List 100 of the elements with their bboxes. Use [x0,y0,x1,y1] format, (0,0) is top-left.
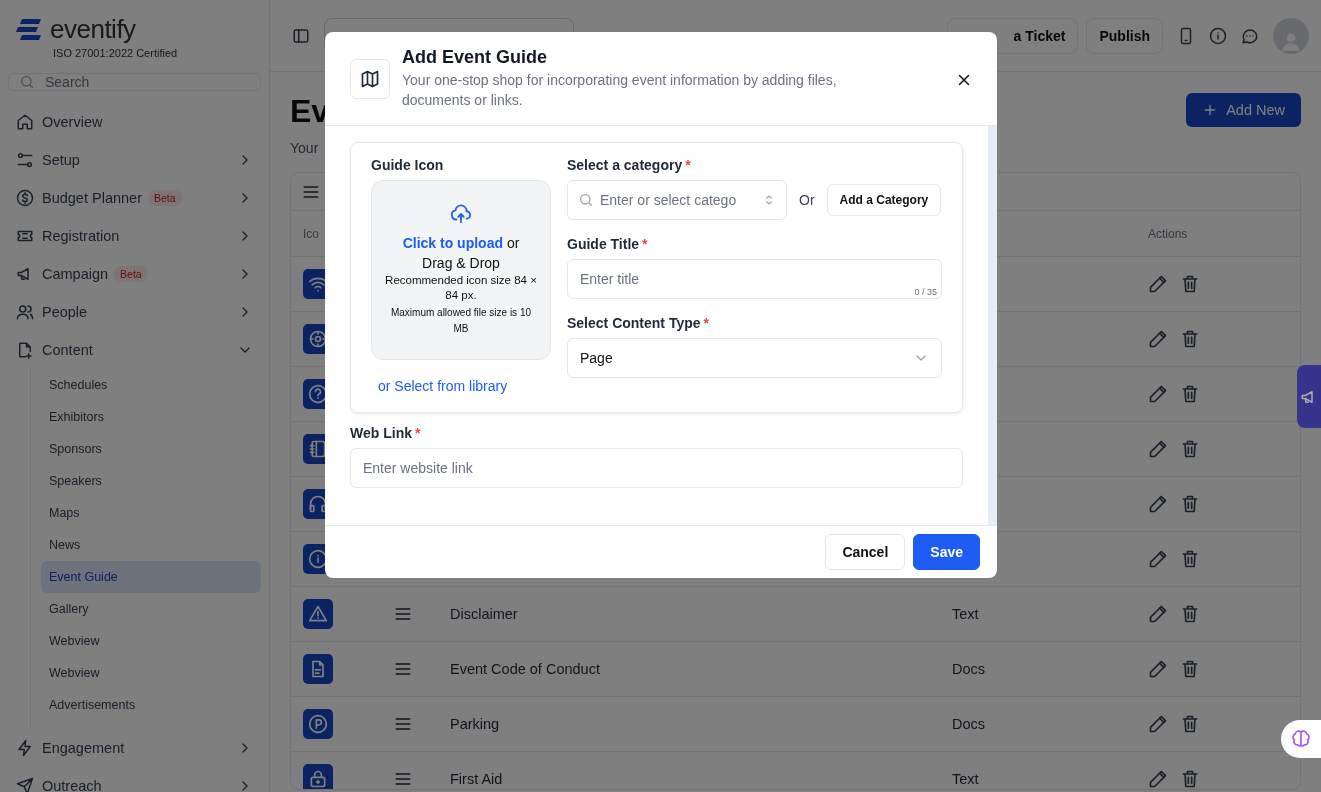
paper-plane-icon [16,777,34,792]
nav-subitem[interactable]: Event Guide [41,561,261,593]
trash-icon[interactable] [1180,384,1200,404]
nav-subitem[interactable]: Schedules [41,369,261,401]
nav-subitem[interactable]: Maps [41,497,261,529]
home-icon [16,113,34,131]
nav-item[interactable]: Campaign Beta [8,255,261,293]
assistant-button[interactable] [1281,720,1321,758]
content-type-select[interactable]: Page [567,338,942,378]
required-mark: * [685,157,691,173]
field-label: Guide Title [567,236,640,252]
nav-item[interactable]: Engagement [8,729,261,767]
publish-button[interactable]: Publish [1086,17,1163,54]
nav-item[interactable]: Content [8,331,261,369]
edit-icon[interactable] [1148,659,1168,679]
lock-icon [308,769,328,789]
dialog-title: Add Event Guide [402,47,548,68]
lightning-icon [16,739,34,757]
table-cell-text: Docs [952,716,987,732]
trash-icon[interactable] [1180,659,1200,679]
edit-icon[interactable] [1148,714,1168,734]
search-field[interactable]: Search [8,73,261,91]
nav-label: Setup [42,152,80,168]
edit-icon[interactable] [1148,329,1168,349]
search-icon [19,74,35,90]
edit-icon[interactable] [1148,604,1168,624]
nav-subitem[interactable]: Speakers [41,465,261,497]
nav-label: People [42,304,88,320]
trash-icon[interactable] [1180,604,1200,624]
trash-icon[interactable] [1180,274,1200,294]
edit-icon[interactable] [1148,549,1168,569]
beta-badge: Beta [114,266,148,282]
nav-subitem[interactable]: Advertisements [41,689,261,721]
nav-subitem[interactable]: Exhibitors [41,401,261,433]
nav-subitem[interactable]: Webview [41,625,261,657]
nav-label: Content [42,342,93,358]
web-link-field[interactable]: Enter website link [350,448,963,488]
nav-subitem[interactable]: Webview [41,657,261,689]
sliders-icon [16,151,34,169]
add-category-button[interactable]: Add a Category [826,184,942,216]
nav-item[interactable]: Setup [8,141,261,179]
title-field[interactable]: Enter title 0 / 35 [567,259,942,299]
nav-label: Budget Planner [42,190,142,206]
table-cell-text: Parking [450,716,501,732]
dialog-subtitle: Your one-stop shop for incorporating event information by adding files, documents or links. [402,71,838,110]
library-link[interactable]: or Select from library [371,378,551,394]
column-header: Actions [1148,226,1189,241]
field-label: Select a category [567,157,683,173]
chat-icon[interactable] [1241,26,1259,45]
search-input[interactable]: Search [45,74,250,90]
nav-item[interactable]: Budget Planner Beta [8,179,261,217]
nav-subitem[interactable]: Gallery [41,593,261,625]
trash-icon[interactable] [1180,714,1200,734]
size-hint: Recommended icon size 84 × 84 px. [384,273,538,303]
feedback-tab[interactable] [1297,365,1321,428]
category-field[interactable]: Enter or select catego [567,180,787,220]
cancel-button[interactable]: Cancel [825,534,906,570]
edit-icon[interactable] [1148,494,1168,514]
table-cell-text: Text [952,606,980,622]
brain-icon [1291,729,1311,749]
nav-label: Engagement [42,740,125,756]
category-input[interactable]: Enter or select catego [600,192,756,208]
nav-subitem[interactable]: Sponsors [41,433,261,465]
upload-icon [450,203,472,225]
nav-item[interactable]: Overview [8,103,261,141]
title-input[interactable]: Enter title [580,271,929,287]
size-limit-text: Maximum allowed file size is 10 MB [389,306,533,336]
column-header: Ico [303,226,320,241]
info-icon[interactable] [1209,26,1227,45]
nav-item[interactable]: People [8,293,261,331]
map-icon [360,69,380,89]
nav-label: Registration [42,228,120,244]
nav-subitem[interactable]: News [41,529,261,561]
trash-icon[interactable] [1180,494,1200,514]
upload-area[interactable]: Click to upload or Drag & Drop Recommended icon size 84 × 84 px. Maximum allowed file size is 10 MB [371,180,551,360]
dollar-icon [16,189,34,207]
edit-icon[interactable] [1148,769,1168,789]
page-subtitle: Your [290,140,320,156]
trash-icon[interactable] [1180,439,1200,459]
upload-text: Click to upload or Drag & Drop [401,234,521,273]
sidebar-toggle-icon[interactable] [292,26,310,45]
nav-item[interactable]: Outreach [8,767,261,792]
beta-badge: Beta [147,190,182,206]
edit-icon[interactable] [1148,274,1168,294]
add-new-button[interactable]: Add New [1186,93,1301,127]
edit-icon[interactable] [1148,384,1168,404]
required-mark: * [642,236,648,252]
nav-item[interactable]: Registration [8,217,261,255]
web-link-input[interactable]: Enter website link [363,460,950,476]
save-button[interactable]: Save [913,534,980,570]
trash-icon[interactable] [1180,329,1200,349]
certification-text: ISO 27001:2022 Certified [52,47,179,59]
edit-icon[interactable] [1148,439,1168,459]
trash-icon[interactable] [1180,549,1200,569]
character-counter: 0 / 35 [914,287,937,297]
trash-icon[interactable] [1180,769,1200,789]
nav-label: Overview [42,114,103,130]
logo-text: eventify [50,14,136,45]
scrollbar[interactable] [988,126,997,525]
upload-link[interactable]: Click to upload [402,235,503,251]
